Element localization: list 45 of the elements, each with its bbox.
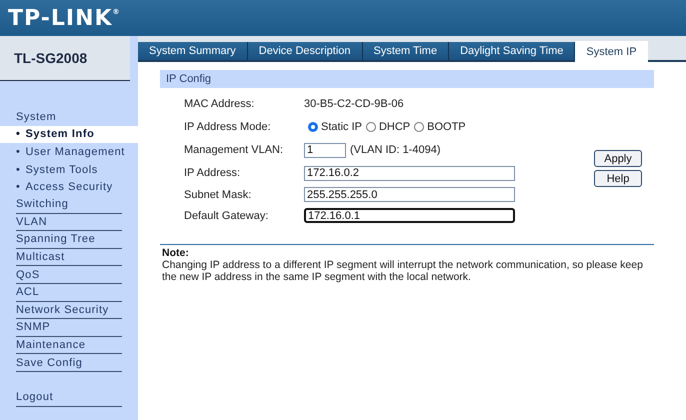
field-label: IP Address Mode: — [184, 121, 272, 133]
action-button[interactable]: Apply — [594, 150, 642, 167]
sidebar-item[interactable]: VLAN — [16, 214, 122, 232]
sidebar-item[interactable]: Spanning Tree — [16, 231, 122, 249]
sidebar-item[interactable]: Maintenance — [16, 336, 122, 354]
radio-button[interactable] — [308, 122, 318, 132]
radio-button[interactable] — [366, 122, 376, 132]
field-label: Subnet Mask: — [184, 188, 252, 200]
note-text: Changing IP address to a different IP segment will interrupt the network communication, so please keep the new IP address in the same IP segment with the local network. — [161, 259, 644, 283]
sidebar-item[interactable]: • System Info — [0, 126, 138, 144]
mac-address-value: 30-B5-C2-CD-9B-06 — [304, 98, 404, 110]
action-button[interactable]: Help — [594, 170, 642, 187]
sidebar-item[interactable]: Multicast — [16, 248, 122, 266]
field-label: Management VLAN: — [184, 144, 284, 156]
panel-title: IP Config — [160, 70, 654, 88]
radio-button[interactable] — [414, 122, 424, 132]
sidebar-item[interactable]: System — [16, 108, 122, 126]
tab[interactable]: System Time — [362, 42, 450, 60]
radio-label: BOOTP — [427, 121, 466, 133]
sidebar-item[interactable]: Save Config — [16, 354, 122, 372]
input-field[interactable]: 1 — [304, 142, 346, 158]
range-hint: (VLAN ID: 1-4094) — [350, 144, 440, 156]
input-field[interactable]: 255.255.255.0 — [304, 187, 515, 202]
field-label: Default Gateway: — [184, 210, 270, 222]
sidebar-item[interactable]: Logout — [16, 388, 122, 406]
input-field[interactable]: 172.16.0.2 — [304, 166, 515, 180]
field-label: MAC Address: — [184, 98, 256, 110]
input-field[interactable]: 172.16.0.1 — [304, 208, 515, 223]
tab[interactable]: System IP — [575, 41, 648, 62]
sidebar-item[interactable]: ACL — [16, 284, 122, 302]
sidebar-item[interactable]: SNMP — [16, 319, 122, 337]
tab[interactable]: Device Description — [248, 42, 362, 60]
radio-label: DHCP — [378, 121, 410, 133]
sidebar-item[interactable]: • Access Security — [0, 178, 138, 196]
note-title: Note: — [161, 246, 190, 259]
sidebar-item[interactable]: • System Tools — [0, 160, 138, 178]
tab[interactable]: Daylight Saving Time — [449, 42, 576, 60]
radio-label: Static IP — [321, 121, 362, 133]
field-label: IP Address: — [184, 167, 242, 179]
sidebar-item[interactable]: Network Security — [16, 302, 122, 320]
sidebar-item[interactable]: Switching — [16, 196, 122, 214]
tab[interactable]: System Summary — [138, 42, 248, 60]
model-name: TL-SG2008 — [13, 50, 88, 66]
sidebar-item[interactable]: • User Management — [0, 143, 138, 161]
sidebar-item[interactable]: QoS — [16, 266, 122, 284]
